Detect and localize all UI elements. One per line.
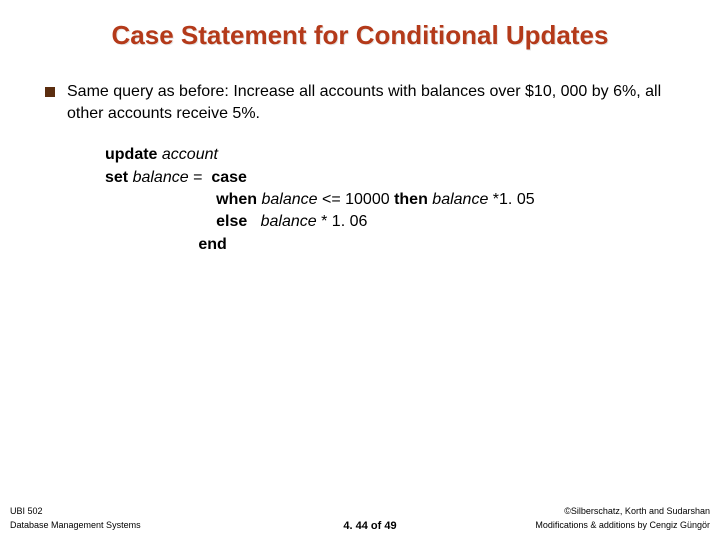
- bullet-icon: [45, 87, 55, 97]
- slide: Case Statement for Conditional Updates S…: [0, 0, 720, 540]
- code-line: else balance * 1. 06: [105, 211, 675, 233]
- code-line: when balance <= 10000 then balance *1. 0…: [105, 189, 675, 211]
- code-line: set balance = case: [105, 167, 675, 189]
- footer-course-code: UBI 502: [10, 506, 43, 516]
- bullet-item: Same query as before: Increase all accou…: [45, 81, 675, 124]
- code-line: update account: [105, 144, 675, 166]
- bullet-text: Same query as before: Increase all accou…: [67, 81, 675, 124]
- footer-page: 4. 44 of 49: [10, 520, 720, 532]
- slide-body: Same query as before: Increase all accou…: [0, 61, 720, 256]
- footer-copyright: ©Silberschatz, Korth and Sudarshan: [564, 506, 710, 516]
- slide-title: Case Statement for Conditional Updates: [0, 0, 720, 61]
- footer: UBI 502 ©Silberschatz, Korth and Sudarsh…: [0, 502, 720, 530]
- code-block: update account set balance = case when b…: [105, 144, 675, 256]
- code-line: end: [105, 234, 675, 256]
